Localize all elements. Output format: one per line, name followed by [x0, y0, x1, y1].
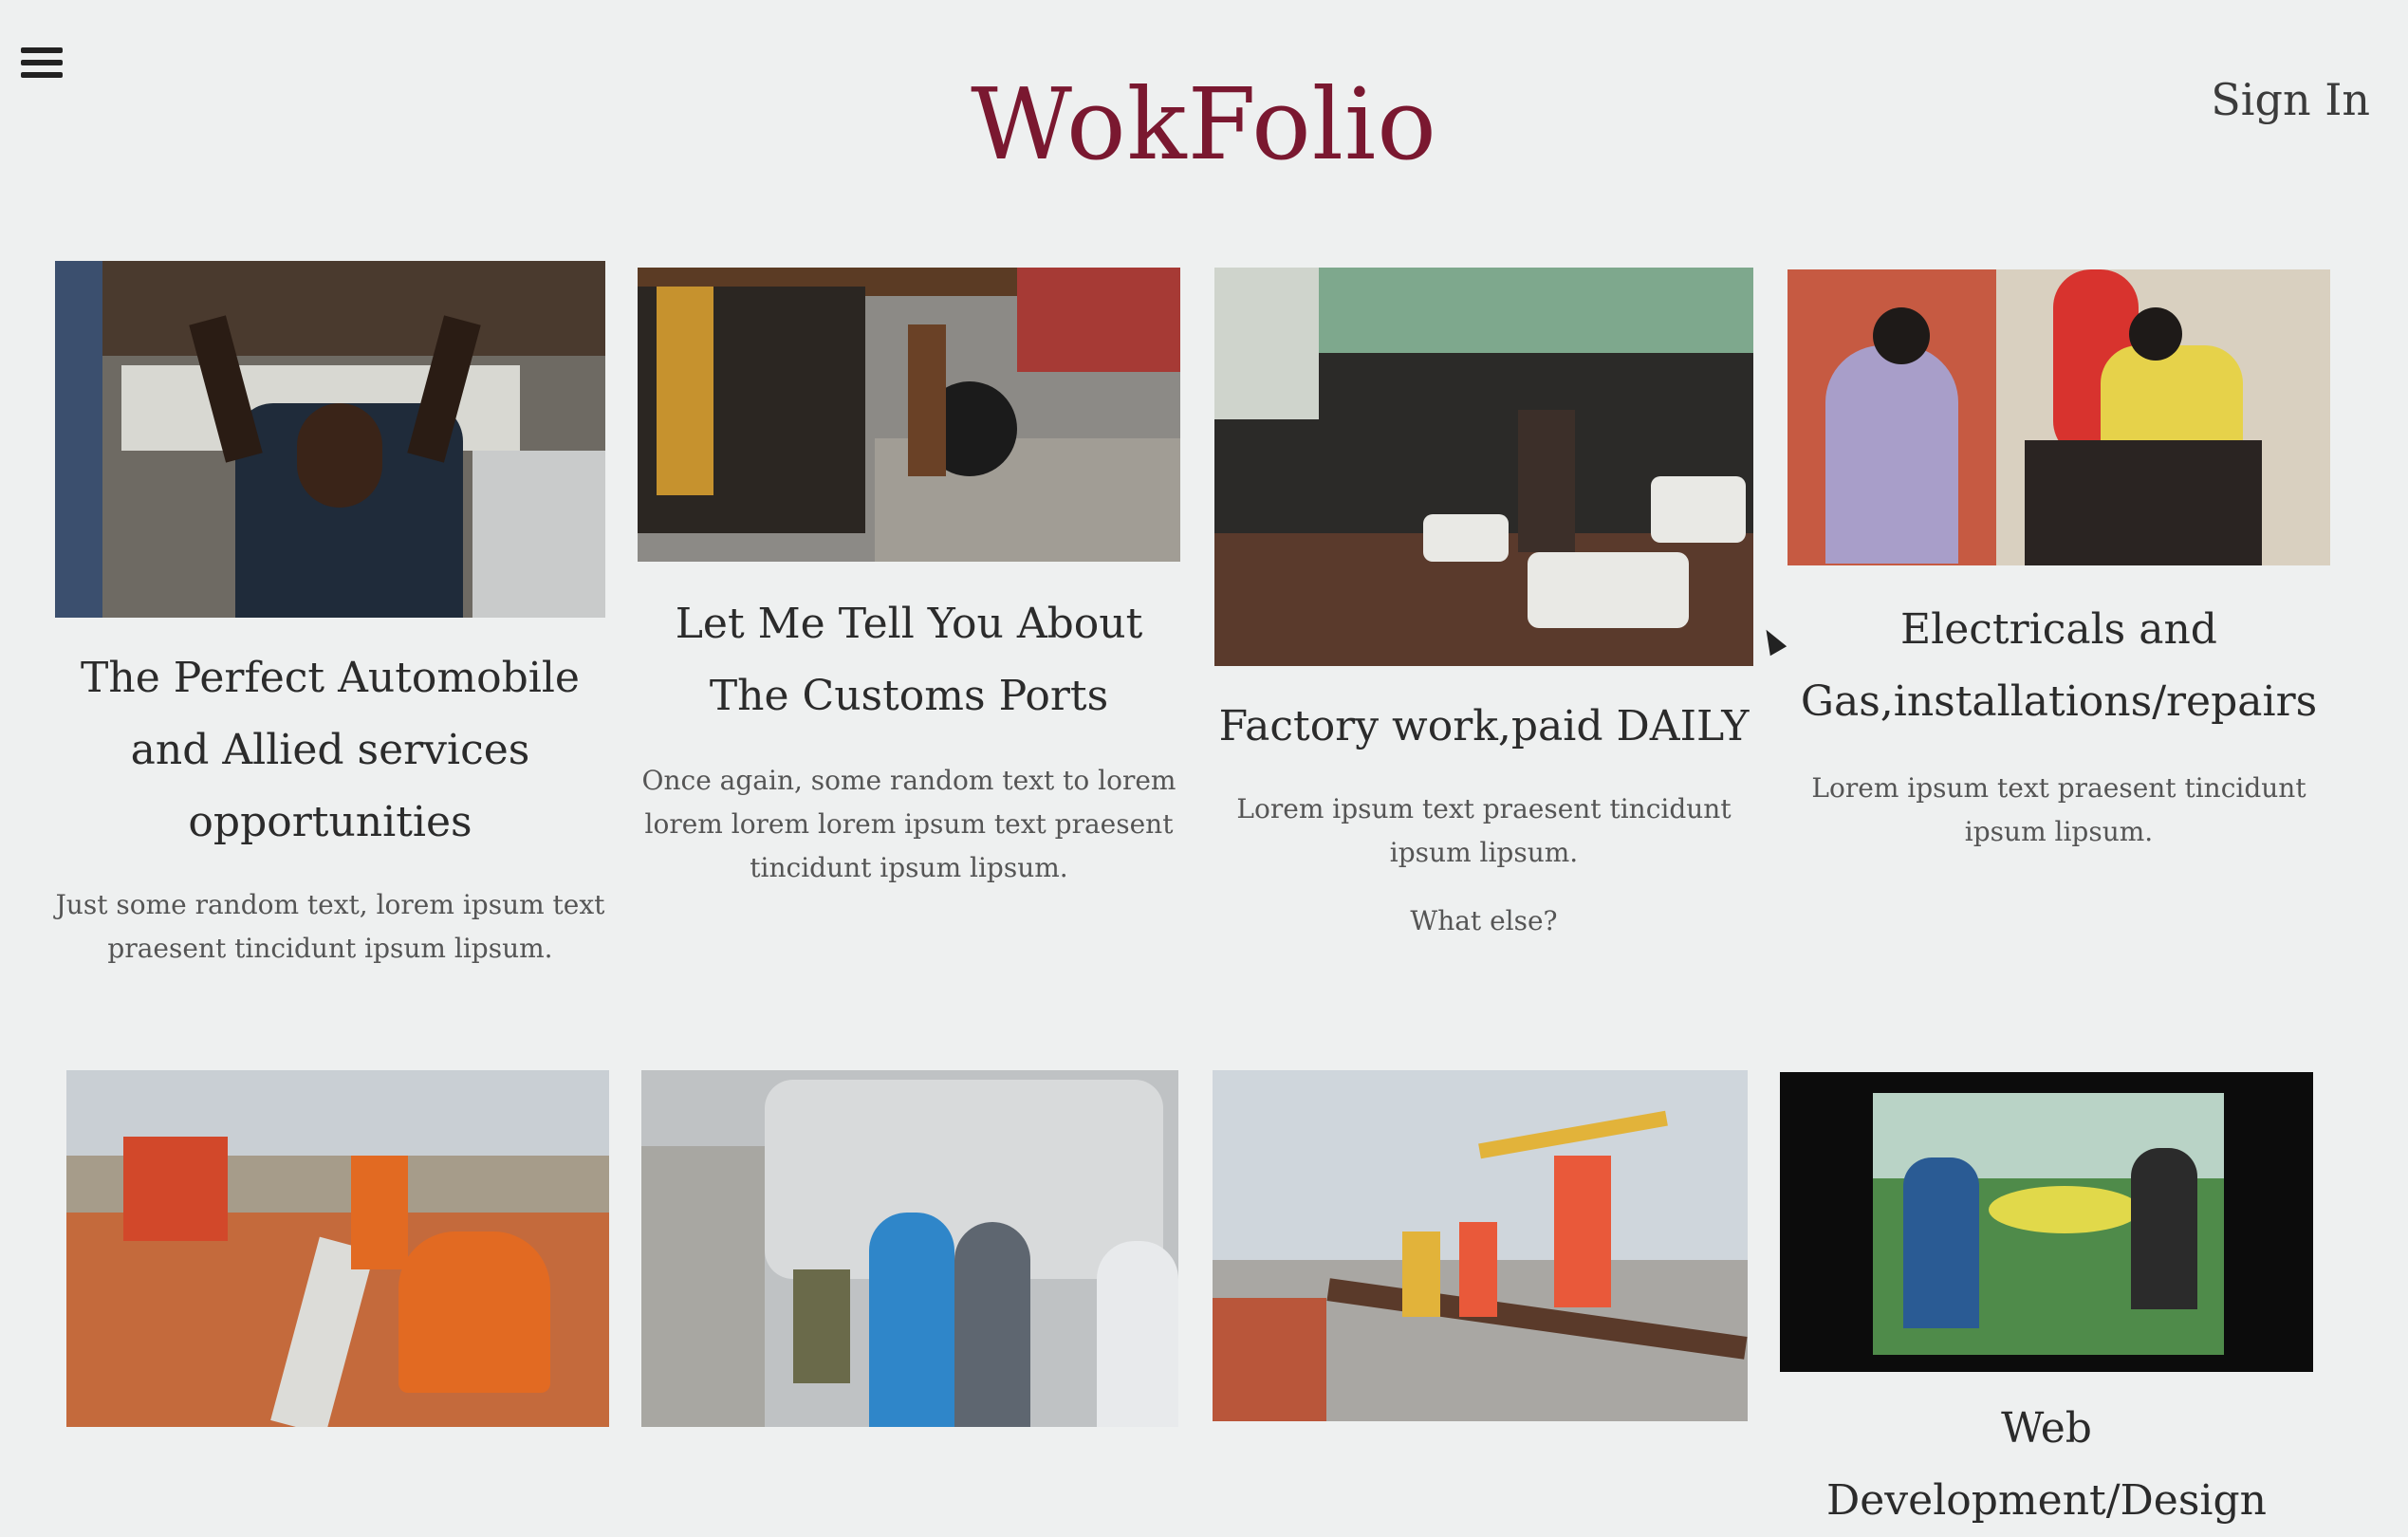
card-web-development[interactable]: Web Development/Design [1780, 1072, 2313, 1537]
mouse-pointer-icon [1757, 624, 1787, 657]
people-handshake-photo[interactable] [641, 1070, 1178, 1427]
card-description: Once again, some random text to lorem lo… [641, 765, 1176, 883]
card-title[interactable]: The Perfect Automobile and Allied servic… [55, 642, 605, 859]
mechanic-under-car-photo[interactable] [55, 261, 605, 618]
card-description: Just some random text, lorem ipsum text … [55, 889, 605, 964]
card-factory-work[interactable]: Factory work,paid DAILY Lorem ipsum text… [1214, 268, 1753, 943]
road-construction-photo[interactable] [66, 1070, 609, 1427]
gas-installation-photo[interactable] [1787, 269, 2330, 565]
card-handshake[interactable] [641, 1070, 1178, 1427]
card-title[interactable]: Factory work,paid DAILY [1214, 691, 1753, 763]
card-automobile[interactable]: The Perfect Automobile and Allied servic… [55, 261, 605, 971]
railway-workers-photo[interactable] [1213, 1070, 1748, 1421]
card-road-construction[interactable] [66, 1070, 609, 1427]
top-navigation-bar: WokFolio Sign In [0, 0, 2408, 228]
card-description: Lorem ipsum text praesent tincidunt ipsu… [1811, 772, 2306, 847]
sign-in-link[interactable]: Sign In [2211, 74, 2370, 125]
tyre-market-photo[interactable] [638, 268, 1180, 562]
card-title[interactable]: Electricals and Gas,installations/repair… [1787, 594, 2330, 738]
factory-warehouse-photo[interactable] [1214, 268, 1753, 666]
team-meeting-outdoor-photo[interactable] [1780, 1072, 2313, 1372]
site-brand-logo[interactable]: WokFolio [0, 66, 2408, 182]
card-electricals[interactable]: Electricals and Gas,installations/repair… [1787, 269, 2330, 854]
card-railway[interactable] [1213, 1070, 1748, 1421]
card-title[interactable]: Web Development/Design [1780, 1393, 2313, 1537]
card-description: Lorem ipsum text praesent tincidunt ipsu… [1236, 793, 1732, 868]
card-title[interactable]: Let Me Tell You About The Customs Ports [638, 588, 1180, 732]
card-customs-ports[interactable]: Let Me Tell You About The Customs Ports … [638, 268, 1180, 890]
card-extra-text: What else? [1410, 905, 1558, 936]
